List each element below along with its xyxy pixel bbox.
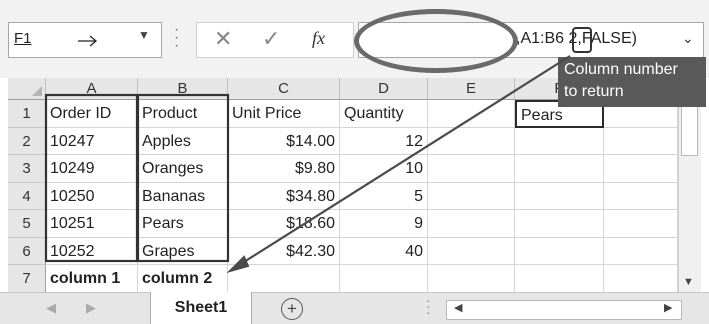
tab-sheet1[interactable]: Sheet1 [150,292,252,324]
tab-next-icon[interactable]: ▶ [86,300,96,316]
scroll-right-icon[interactable]: ▶ [664,301,672,314]
scroll-left-icon[interactable]: ◀ [454,301,462,314]
tab-prev-icon[interactable]: ◀ [46,300,56,316]
separator-dots-icon: · · · [426,292,431,320]
add-sheet-button[interactable]: + [281,298,303,320]
horizontal-scrollbar[interactable] [446,300,682,320]
annotation-arrow [44,55,571,273]
